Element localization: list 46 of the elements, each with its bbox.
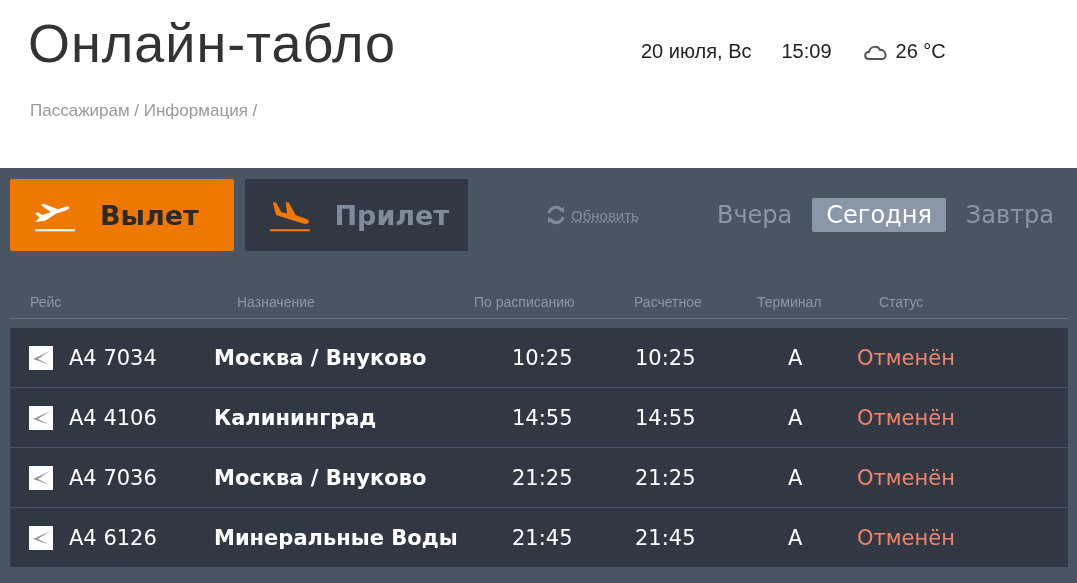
column-header: Статус (879, 294, 925, 310)
breadcrumb: Пассажирам / Информация / (30, 101, 258, 121)
refresh-link[interactable]: Обновить (539, 203, 645, 227)
scheduled-time: 10:25 (512, 345, 574, 370)
plane-icon (29, 525, 53, 550)
estimated-time: 21:25 (635, 465, 697, 490)
time: 15:09 (781, 40, 832, 63)
page-title: Онлайн-табло (28, 12, 397, 74)
day-tab[interactable]: Вчера (702, 198, 807, 232)
destination: Москва / Внуково (214, 345, 428, 370)
plane-icon (29, 465, 53, 490)
column-header: Рейс (30, 294, 63, 310)
departures-tab[interactable]: Вылет (10, 179, 234, 251)
terminal: A (787, 345, 804, 370)
scheduled-time: 14:55 (512, 405, 574, 430)
flight-status: Отменён (857, 465, 956, 490)
flight-status: Отменён (857, 405, 956, 430)
flight-number: А4 4106 (69, 405, 158, 430)
plane-icon (29, 405, 53, 430)
column-header: Назначение (237, 294, 316, 310)
terminal: A (787, 525, 804, 550)
scheduled-time: 21:45 (512, 525, 574, 550)
arrivals-tab[interactable]: Прилет (244, 179, 468, 251)
refresh-icon (545, 204, 567, 226)
scheduled-time: 21:25 (512, 465, 574, 490)
flight-number: А4 7036 (69, 465, 158, 490)
day-tab[interactable]: Завтра (951, 198, 1068, 232)
column-header: Терминал (757, 294, 823, 310)
temperature: 26 °C (895, 40, 946, 63)
destination: Калининград (214, 405, 378, 430)
estimated-time: 10:25 (635, 345, 697, 370)
destination: Москва / Внуково (214, 465, 428, 490)
column-header: Расчетное (634, 294, 703, 310)
column-header: По расписанию (474, 294, 576, 310)
terminal: A (787, 405, 804, 430)
estimated-time: 21:45 (635, 525, 697, 550)
flight-status: Отменён (857, 345, 956, 370)
estimated-time: 14:55 (635, 405, 697, 430)
day-tab[interactable]: Сегодня (812, 198, 946, 232)
flight-number: А4 7034 (69, 345, 158, 370)
plane-icon (29, 345, 53, 370)
destination: Минеральные Воды (214, 525, 459, 550)
flight-number: А4 6126 (69, 525, 158, 550)
terminal: A (787, 465, 804, 490)
flight-status: Отменён (857, 525, 956, 550)
date: 20 июля, Вс (641, 40, 752, 63)
